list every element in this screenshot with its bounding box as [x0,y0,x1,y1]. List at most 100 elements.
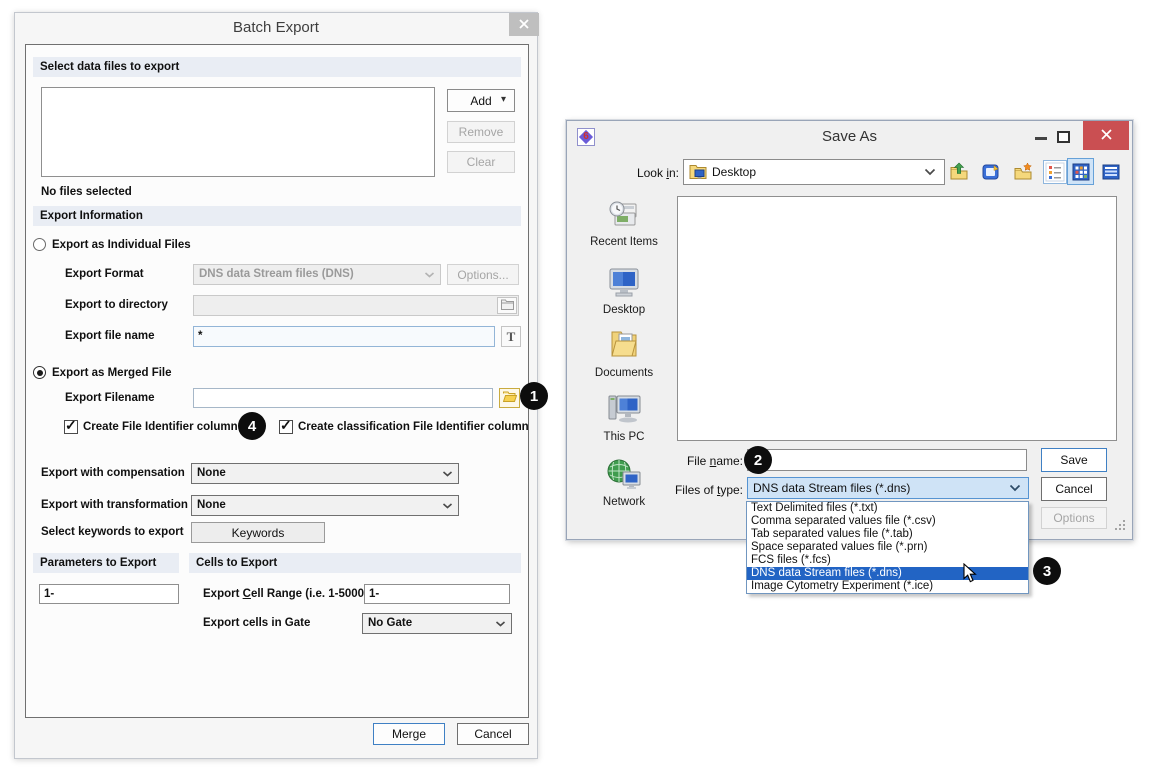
details-view-icon[interactable] [1101,162,1121,182]
export-filename-field[interactable] [193,388,493,408]
files-of-type-value: DNS data Stream files (*.dns) [753,481,910,495]
options-button[interactable]: Options... [447,264,519,285]
sidebar-item-this-pc[interactable] [567,393,681,430]
maximize-button[interactable] [1057,131,1070,143]
sidebar-item-recent-items[interactable] [567,199,681,236]
file-name-input[interactable] [747,449,1027,471]
files-of-type-dropdown[interactable]: DNS data Stream files (*.dns) [747,477,1029,499]
export-file-name-value: * [198,330,202,342]
resize-grip[interactable] [1115,520,1125,530]
chevron-down-icon [424,271,435,278]
sidebar-item-desktop[interactable] [567,267,681,304]
checkbox-classification-label: Create classification File Identifier co… [298,417,529,438]
look-in-dropdown[interactable]: Desktop [683,159,945,185]
save-button[interactable]: Save [1041,448,1107,472]
cell-range-field[interactable]: 1- [364,584,510,604]
chevron-down-icon [1009,484,1021,492]
gate-dropdown[interactable]: No Gate [362,613,512,634]
minimize-button[interactable] [1035,137,1047,140]
check-icon: ✓ [65,417,77,434]
type-option[interactable]: Space separated values file (*.prn) [747,541,1028,554]
step-badge-2: 2 [744,446,772,474]
keywords-button[interactable]: Keywords [191,522,325,543]
parameters-value: 1- [44,588,54,600]
options-button-label: Options [1053,511,1094,525]
files-of-type-label: Files of type: [627,479,743,501]
desktop-icon [606,267,642,299]
cell-range-value: 1- [369,588,379,600]
save-as-dialog: Save As 6 Look in: Desktop [566,120,1133,540]
text-tool-button[interactable]: T [501,326,521,347]
check-icon: ✓ [280,417,292,434]
radio-merged-label: Export as Merged File [52,363,172,384]
close-button[interactable] [509,13,539,36]
checkbox-file-identifier[interactable]: ✓ [64,420,78,434]
export-file-name-field[interactable]: * [193,326,495,347]
type-option[interactable]: Tab separated values file (*.tab) [747,528,1028,541]
transformation-value: None [197,499,226,511]
radio-merged-file[interactable] [33,366,46,379]
batch-export-title[interactable]: Batch Export [15,13,537,43]
add-button[interactable]: Add ▾ [447,89,515,112]
close-icon [1101,127,1112,145]
file-list[interactable] [41,87,435,177]
radio-individual-label: Export as Individual Files [52,235,191,256]
new-folder-icon[interactable] [1013,162,1033,182]
desktop-folder-icon [689,164,707,180]
compensation-label: Export with compensation [41,463,185,484]
sidebar-label-recent-items[interactable]: Recent Items [567,236,681,248]
clear-button[interactable]: Clear [447,151,515,173]
parameters-field[interactable]: 1- [39,584,179,604]
keywords-label: Select keywords to export [41,522,184,543]
gate-value: No Gate [368,617,412,629]
close-button[interactable] [1083,121,1129,150]
type-option[interactable]: Image Cytometry Experiment (*.ice) [747,580,1028,593]
file-browser-area[interactable] [677,196,1117,441]
sidebar-label-documents[interactable]: Documents [567,367,681,379]
transformation-label: Export with transformation [41,495,188,516]
icons-view-icon[interactable] [1071,162,1091,182]
desktop-view-icon[interactable] [981,162,1001,182]
add-button-label: Add [470,94,491,108]
sidebar-label-desktop[interactable]: Desktop [567,304,681,316]
remove-button[interactable]: Remove [447,121,515,143]
compensation-dropdown[interactable]: None [191,463,459,484]
section-cells: Cells to Export [189,553,521,573]
type-option[interactable]: Text Delimited files (*.txt) [747,502,1028,515]
transformation-dropdown[interactable]: None [191,495,459,516]
cancel-button[interactable]: Cancel [1041,477,1107,501]
type-option-selected[interactable]: DNS data Stream files (*.dns) [747,567,1028,580]
keywords-button-label: Keywords [232,526,285,540]
look-in-value: Desktop [712,160,756,184]
sidebar-item-documents[interactable] [567,328,681,365]
section-select-files: Select data files to export [33,57,521,77]
save-as-title[interactable]: Save As [567,121,1132,153]
options-button[interactable]: Options [1041,507,1107,529]
export-directory-field[interactable] [193,295,519,316]
options-button-label: Options... [457,268,508,282]
section-export-info: Export Information [33,206,521,226]
chevron-down-icon [495,620,506,627]
sidebar-label-this-pc[interactable]: This PC [567,431,681,443]
export-format-dropdown[interactable]: DNS data Stream files (DNS) [193,264,441,285]
browse-filename-button[interactable] [499,388,520,408]
checkbox-classification[interactable]: ✓ [279,420,293,434]
mouse-cursor-icon [963,563,978,584]
view-menu-icon[interactable] [1045,162,1065,182]
remove-button-label: Remove [459,125,504,139]
look-in-label: Look in: [587,162,679,184]
chevron-down-icon [924,168,936,176]
recent-items-icon [606,199,642,231]
merge-button[interactable]: Merge [373,723,445,745]
export-file-name-label: Export file name [65,326,154,347]
export-format-value: DNS data Stream files (DNS) [199,268,354,280]
cancel-button[interactable]: Cancel [457,723,529,745]
up-one-level-icon[interactable] [949,162,969,182]
type-option[interactable]: FCS files (*.fcs) [747,554,1028,567]
empty-status: No files selected [41,182,132,203]
batch-export-dialog: Batch Export Select data files to export… [14,12,538,759]
compensation-value: None [197,467,226,479]
radio-individual-files[interactable] [33,238,46,251]
browse-directory-button[interactable] [497,297,517,314]
type-option[interactable]: Comma separated values file (*.csv) [747,515,1028,528]
